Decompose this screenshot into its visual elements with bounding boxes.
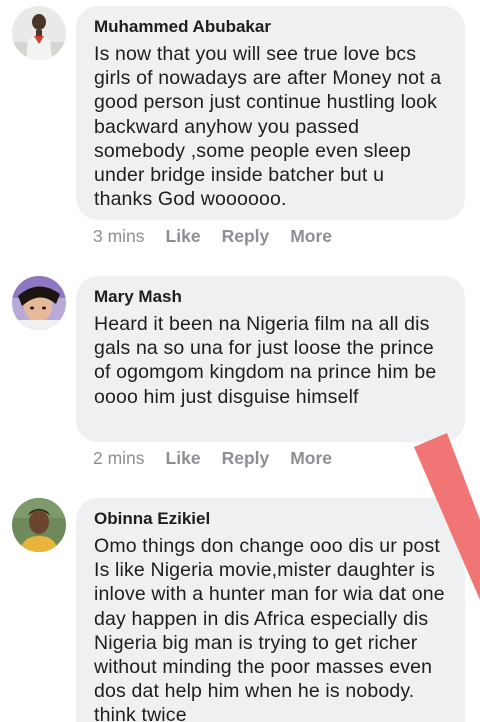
comment-author[interactable]: Mary Mash [94,286,447,308]
avatar-image [12,276,66,330]
avatar[interactable] [12,6,66,60]
avatar-image [12,498,66,552]
comments-feed: Muhammed Abubakar Is now that you will s… [0,0,480,722]
more-button[interactable]: More [290,448,332,469]
avatar-image [12,6,66,60]
comment-timestamp: 2 mins [93,448,145,468]
comment-author[interactable]: Muhammed Abubakar [94,16,447,38]
avatar[interactable] [12,498,66,552]
comment-text: Is now that you will see true love bcs g… [94,43,442,211]
like-button[interactable]: Like [166,226,201,247]
comment-author[interactable]: Obinna Ezikiel [94,508,447,530]
comment-bubble: Muhammed Abubakar Is now that you will s… [76,6,465,220]
avatar[interactable] [12,276,66,330]
reply-button[interactable]: Reply [222,226,270,247]
comment-timestamp: 3 mins [93,226,145,246]
reply-button[interactable]: Reply [222,448,270,469]
comment-text: Omo things don change ooo dis ur post Is… [94,535,445,722]
comment-text: Heard it been na Nigeria film na all dis… [94,313,437,408]
more-button[interactable]: More [290,226,332,247]
comment-bubble: Obinna Ezikiel Omo things don change ooo… [76,498,465,722]
comment-meta: 3 mins Like Reply More [93,226,353,247]
comment-meta: 2 mins Like Reply More [93,448,353,469]
comment-bubble: Mary Mash Heard it been na Nigeria film … [76,276,465,442]
like-button[interactable]: Like [166,448,201,469]
